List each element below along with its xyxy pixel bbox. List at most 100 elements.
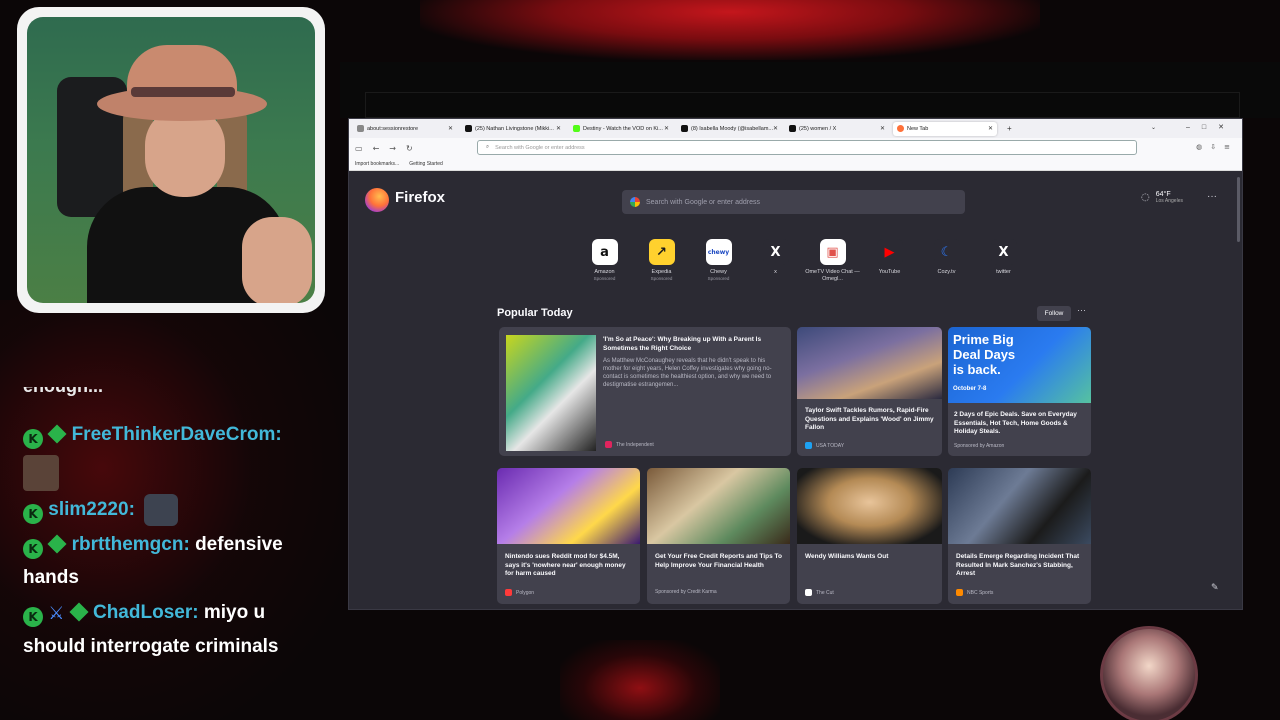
story-source: Sponsored by Amazon bbox=[954, 443, 1004, 449]
close-tab-icon[interactable]: ✕ bbox=[664, 125, 669, 132]
shortcut-cozy[interactable]: ☾ Cozy.tv bbox=[918, 239, 975, 283]
x-icon: X bbox=[762, 239, 789, 265]
source-icon bbox=[505, 589, 512, 596]
shortcut-amazon[interactable]: a Amazon Sponsored bbox=[576, 239, 633, 283]
background-glow-top bbox=[420, 0, 1040, 60]
story-card[interactable]: 'I'm So at Peace': Why Breaking up With … bbox=[499, 327, 791, 456]
firefox-icon bbox=[897, 125, 904, 132]
shortcut-label: Cozy.tv bbox=[937, 269, 956, 275]
close-tab-icon[interactable]: ✕ bbox=[448, 125, 453, 132]
toolbar-right-icons[interactable]: ◍⇩≡ bbox=[1196, 143, 1238, 151]
close-tab-icon[interactable]: ✕ bbox=[556, 125, 561, 132]
shortcuts-row: a Amazon Sponsored ↗ Expedia Sponsored chewy Ch… bbox=[576, 239, 1032, 283]
section-menu-icon[interactable]: ··· bbox=[1077, 305, 1086, 315]
nav-toolbar: ▭ ← → ↻ ⌕ Search with Google or enter add… bbox=[349, 138, 1242, 158]
shortcut-twitter[interactable]: Xtwitter bbox=[975, 239, 1032, 283]
chat-username: ChadLoser: bbox=[92, 602, 199, 623]
chat-overlay: enough... K FreeThinkerDaveCrom: K slim2… bbox=[23, 376, 323, 665]
story-image: Prime Big Deal Days is back. October 7-8 bbox=[948, 327, 1091, 403]
story-source: The Cut bbox=[805, 589, 834, 596]
chat-username: rbrtthemgcn: bbox=[71, 534, 190, 555]
reload-icon[interactable]: ↻ bbox=[406, 144, 413, 153]
emote-icon bbox=[23, 455, 59, 491]
close-tab-icon[interactable]: ✕ bbox=[880, 125, 885, 132]
story-card-sponsored[interactable]: Get Your Free Credit Reports and Tips To… bbox=[647, 468, 790, 604]
weather-widget[interactable]: ◌ 64°F Los Angeles bbox=[1141, 191, 1183, 204]
chat-username: slim2220: bbox=[48, 499, 135, 520]
shortcut-expedia[interactable]: ↗ Expedia Sponsored bbox=[633, 239, 690, 283]
x-icon bbox=[789, 125, 796, 132]
customize-pencil-icon[interactable]: ✎ bbox=[1211, 583, 1219, 593]
shortcut-chewy[interactable]: chewy Chewy Sponsored bbox=[690, 239, 747, 283]
list-tabs-button[interactable]: ⌄ bbox=[1151, 124, 1156, 131]
k-badge-icon: K bbox=[23, 539, 43, 559]
tab-session-restore[interactable]: about:sessionrestore ✕ bbox=[353, 122, 457, 136]
follow-button[interactable]: Follow bbox=[1037, 306, 1071, 321]
chewy-icon: chewy bbox=[705, 239, 732, 265]
webcam-frame bbox=[17, 7, 325, 313]
tab-isabella[interactable]: (8) Isabella Moody (@isabellam... ✕ bbox=[677, 122, 781, 136]
window-controls[interactable]: –□✕ bbox=[1186, 123, 1236, 131]
kick-icon bbox=[573, 125, 580, 132]
story-card-sponsored[interactable]: Prime Big Deal Days is back. October 7-8 2… bbox=[948, 327, 1091, 456]
expedia-icon: ↗ bbox=[648, 239, 675, 265]
story-title: Nintendo sues Reddit mod for $4.5M, says… bbox=[505, 553, 626, 577]
story-title: 2 Days of Epic Deals. Save on Everyday E… bbox=[954, 411, 1077, 435]
story-source: NBC Sports bbox=[956, 589, 993, 596]
tab-destiny[interactable]: Destiny - Watch the VOD on Ki... ✕ bbox=[569, 122, 673, 136]
shortcut-label: x bbox=[774, 269, 777, 275]
ometv-icon: ▣ bbox=[819, 239, 846, 265]
chat-cut-off-line: enough... bbox=[23, 376, 103, 396]
chat-message: K FreeThinkerDaveCrom: bbox=[23, 418, 323, 491]
story-title: Details Emerge Regarding Incident That R… bbox=[956, 553, 1080, 577]
page-scrollbar[interactable] bbox=[1237, 177, 1240, 242]
k-badge-icon: K bbox=[23, 429, 43, 449]
url-placeholder: Search with Google or enter address bbox=[495, 144, 585, 151]
firefox-wordmark: Firefox bbox=[395, 189, 446, 206]
tab-new-tab[interactable]: New Tab ✕ bbox=[893, 121, 997, 136]
shortcut-x[interactable]: Xx bbox=[747, 239, 804, 283]
tab-label: New Tab bbox=[907, 125, 929, 132]
chat-message: K rbrtthemgcn: defensive hands bbox=[23, 528, 323, 594]
x-icon bbox=[681, 125, 688, 132]
bookmark-import[interactable]: Import bookmarks... bbox=[355, 161, 399, 167]
tab-label: (25) Nathan Livingstone (Mikki... bbox=[475, 125, 554, 132]
newtab-search-input[interactable]: Search with Google or enter address bbox=[622, 190, 965, 214]
sidebar-icon[interactable]: ▭ bbox=[355, 144, 363, 153]
story-card[interactable]: Details Emerge Regarding Incident That R… bbox=[948, 468, 1091, 604]
webcam-hat-band bbox=[131, 87, 235, 97]
shortcut-label: OmeTV Video Chat — Omegl... bbox=[805, 269, 860, 282]
shortcut-sponsored-label: Sponsored bbox=[650, 276, 673, 281]
story-image bbox=[497, 468, 640, 544]
google-icon bbox=[630, 197, 640, 207]
weather-icon: ◌ bbox=[1141, 192, 1150, 203]
new-tab-button[interactable]: + bbox=[1007, 124, 1012, 133]
ad-date: October 7-8 bbox=[953, 386, 987, 392]
story-card[interactable]: Nintendo sues Reddit mod for $4.5M, says… bbox=[497, 468, 640, 604]
source-icon bbox=[605, 441, 612, 448]
shortcut-ometv[interactable]: ▣ OmeTV Video Chat — Omegl... bbox=[804, 239, 861, 283]
ad-line-1: Prime Big bbox=[953, 332, 1014, 347]
tab-label: about:sessionrestore bbox=[367, 125, 419, 132]
forward-icon[interactable]: → bbox=[389, 144, 396, 153]
source-label: Sponsored by Amazon bbox=[954, 443, 1005, 449]
weather-menu-icon[interactable]: ··· bbox=[1207, 191, 1217, 202]
story-card[interactable]: Taylor Swift Tackles Rumors, Rapid-Fire … bbox=[797, 327, 942, 456]
story-title: 'I'm So at Peace': Why Breaking up With … bbox=[603, 336, 762, 352]
source-label: Polygon bbox=[516, 589, 535, 596]
shortcut-youtube[interactable]: ▶ YouTube bbox=[861, 239, 918, 283]
story-image bbox=[948, 468, 1091, 544]
story-card[interactable]: Wendy Williams Wants Out The Cut bbox=[797, 468, 942, 604]
tab-nathan[interactable]: (25) Nathan Livingstone (Mikki... ✕ bbox=[461, 122, 565, 136]
close-tab-icon[interactable]: ✕ bbox=[773, 125, 778, 132]
firefox-logo-icon bbox=[365, 188, 389, 212]
back-icon[interactable]: ← bbox=[373, 144, 380, 153]
close-tab-icon[interactable]: ✕ bbox=[988, 125, 993, 132]
bookmark-getting-started[interactable]: Getting Started bbox=[409, 161, 443, 167]
source-label: The Cut bbox=[816, 589, 834, 596]
tab-women[interactable]: (25) women / X ✕ bbox=[785, 122, 889, 136]
twitter-icon: X bbox=[990, 239, 1017, 265]
shortcut-label: twitter bbox=[996, 269, 1011, 275]
url-bar[interactable]: ⌕ Search with Google or enter address bbox=[477, 140, 1137, 155]
tab-label: (8) Isabella Moody (@isabellam... bbox=[691, 125, 774, 132]
